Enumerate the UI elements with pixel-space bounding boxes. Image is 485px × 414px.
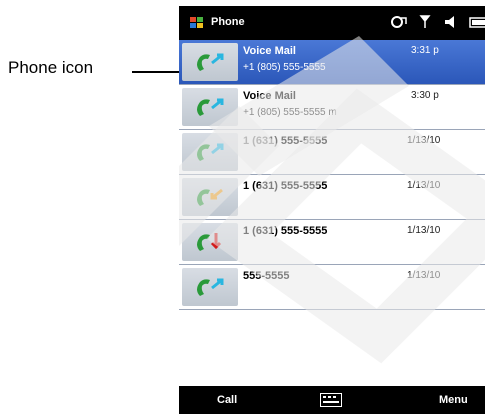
signal-icon[interactable] [417,14,433,30]
call-log-row-4[interactable]: 1 (631) 555-5555 1/13/10 [179,175,485,220]
outgoing-call-icon [182,43,238,81]
windows-start-icon[interactable] [189,15,205,31]
status-icons [391,14,485,30]
call-log-time: 3:31 p [411,45,439,56]
app-title: Phone [211,16,245,28]
missed-call-icon [182,223,238,261]
call-log-time: 3:30 p [411,90,439,101]
call-log-time: 1/13/10 [407,270,441,281]
call-softkey[interactable]: Call [217,394,237,406]
call-log-row-5[interactable]: 1 (631) 555-5555 1/13/10 [179,220,485,265]
call-log-time: 1/13/10 [407,180,441,191]
volume-icon[interactable] [443,14,459,30]
call-log-name: 1 (631) 555-5555 [243,180,328,192]
outgoing-call-icon [182,268,238,306]
call-log-list: Voice Mail +1 (805) 555-5555 3:31 p Voic… [179,40,485,310]
call-log-row-1[interactable]: Voice Mail +1 (805) 555-5555 3:31 p [179,40,485,85]
phone-screen: Phone Voice Mail +1 (805) 555-5555 3:31 … [179,6,485,414]
call-log-name: Voice Mail [243,90,296,102]
call-log-time: 1/13/10 [407,135,441,146]
call-log-row-2[interactable]: Voice Mail +1 (805) 555-5555 m 3:30 p [179,85,485,130]
call-log-row-3[interactable]: 1 (631) 555-5555 1/13/10 [179,130,485,175]
call-log-time: 1/13/10 [407,225,441,236]
outgoing-call-icon [182,133,238,171]
keyboard-icon[interactable] [320,393,342,407]
call-log-name: 1 (631) 555-5555 [243,135,328,147]
call-log-number: +1 (805) 555-5555 [243,62,326,73]
call-log-name: 555-5555 [243,270,290,282]
connectivity-icon[interactable] [391,14,407,30]
incoming-call-icon [182,178,238,216]
battery-icon[interactable] [469,14,485,30]
menu-softkey[interactable]: Menu [439,394,468,406]
outgoing-call-icon [182,88,238,126]
softkey-bar: Call Menu [179,386,485,414]
call-log-number: +1 (805) 555-5555 m [243,107,337,118]
call-log-name: 1 (631) 555-5555 [243,225,328,237]
call-log-row-6[interactable]: 555-5555 1/13/10 [179,265,485,310]
call-log-name: Voice Mail [243,45,296,57]
callout-line [132,71,179,73]
callout-label: Phone icon [8,58,94,77]
status-bar: Phone [179,6,485,40]
